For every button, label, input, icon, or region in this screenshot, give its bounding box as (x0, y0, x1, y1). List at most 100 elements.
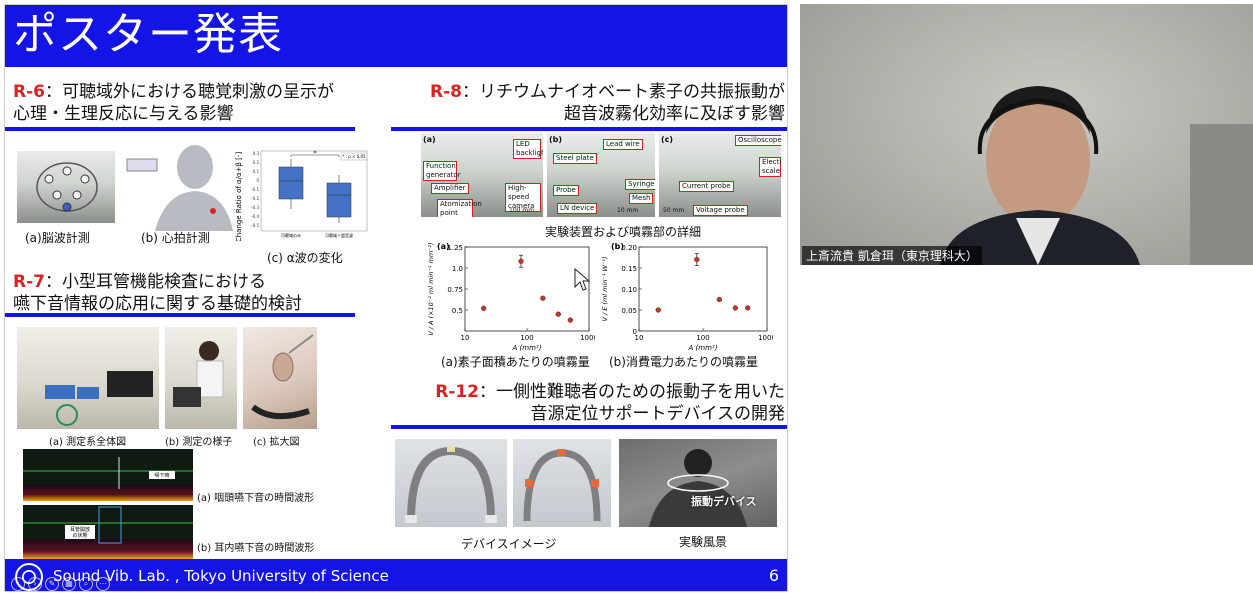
chart-ytick-label: 0.75 (447, 286, 463, 294)
r12-rule (391, 425, 787, 429)
tag-ln-device: LN device (557, 203, 598, 214)
apparatus-a-label: (a) (423, 135, 436, 144)
chart-xtick-label: 100 (696, 334, 709, 342)
tag-electronic-scale: Electronic scale (759, 157, 781, 177)
tag-amplifier: Amplifier (431, 183, 469, 194)
chart-ytick-label: 0.05 (621, 307, 637, 315)
more-options-icon[interactable]: ⋯ (96, 577, 110, 591)
r8-title: R-8：リチウムナイオベート素子の共振振動が 超音波霧化効率に及ぼす影響 (419, 81, 785, 125)
spec-label-3: の状態 (72, 532, 87, 539)
r6-title-line2: 心理・生理反応に与える影響 (13, 104, 234, 124)
scale-c: 50 mm (663, 207, 685, 214)
r8-chart-a: (a)0.50.751.01.25101001000A (mm²)V / A (… (427, 242, 595, 352)
chart-ytick-label: 0.20 (621, 244, 637, 252)
r7-caption-b: (b) 測定の様子 (165, 437, 233, 448)
chart-ytick-label: 1.25 (447, 244, 463, 252)
apparatus-photo-a: (a) LED backlight Function generator Amp… (421, 133, 543, 217)
chart-point (540, 295, 546, 301)
tag-led-backlight: LED backlight (513, 139, 543, 159)
apparatus-photo-c: (c) Oscilloscope Electronic scale Curren… (659, 133, 781, 217)
tag-atomization-point: Atomization point (437, 199, 482, 217)
setup-photo (17, 327, 159, 429)
slide-footer: Sound Vib. Lab. , Tokyo University of Sc… (5, 559, 787, 591)
boxplot-ytick: -0.4 (251, 214, 259, 219)
r7-title: R-7：小型耳管機能検査における 嚥下音情報の応用に関する基礎的検討 (13, 271, 302, 315)
shared-slide: ポスター発表 R-6：可聴域外における聴覚刺激の呈示が 心理・生理反応に与える影… (4, 4, 788, 592)
closeup-photo (243, 327, 317, 429)
apparatus-caption: 実験装置および噴霧部の詳細 (545, 225, 702, 239)
apparatus-b-label: (b) (549, 135, 563, 144)
chart-ytick-label: 0.10 (621, 286, 637, 294)
tag-mesh: Mesh (629, 193, 654, 204)
mouse-cursor-icon (574, 267, 591, 291)
r12-caption-scene: 実験風景 (679, 535, 728, 549)
r6-rule (5, 127, 355, 131)
boxplot-ytick: 0 (256, 178, 259, 183)
chart-point (518, 258, 524, 264)
next-slide-icon[interactable]: › (28, 577, 42, 591)
r7-wave-caption-a: (a) 咽頭嚥下音の時間波形 (197, 493, 315, 504)
participant-video[interactable]: 上斎流貴 凱倉珥（東京理科大） (800, 4, 1253, 265)
apparatus-photo-b: (b) Lead wire Steel plate Probe Syringe … (547, 133, 655, 217)
r7-caption-c: (c) 拡大図 (253, 437, 300, 448)
scale-a: 100 mm (509, 207, 535, 214)
boxplot-sig: * (314, 150, 317, 157)
meeting-window: ポスター発表 R-6：可聴域外における聴覚刺激の呈示が 心理・生理反応に与える影… (0, 0, 1253, 595)
tag-lead-wire: Lead wire (603, 139, 643, 150)
r8-chart-b: (b)00.050.100.150.20101001000A (mm²)V / … (601, 242, 773, 352)
tag-function-generator: Function generator (423, 161, 461, 181)
boxplot-xtick-1: 可聴域のみ (281, 232, 301, 238)
chart-xtick-label: 10 (635, 334, 644, 342)
boxplot-ytick: -0.1 (251, 187, 259, 192)
chart-point (481, 305, 487, 311)
chart-xlabel: A (mm²) (688, 344, 718, 352)
prev-slide-icon[interactable]: ‹ (11, 577, 25, 591)
r6-title-line1: ：可聴域外における聴覚刺激の呈示が (44, 82, 334, 102)
tag-oscilloscope: Oscilloscope (735, 135, 781, 146)
r6-title: R-6：可聴域外における聴覚刺激の呈示が 心理・生理反応に与える影響 (13, 81, 334, 125)
pen-icon[interactable]: ✎ (45, 577, 59, 591)
chart-frame (638, 246, 768, 332)
r12-title-line1: ：一側性難聴者のための振動子を用いた (479, 382, 785, 402)
chart-point (655, 307, 661, 313)
r8-rule (391, 127, 787, 131)
r12-title: R-12：一側性難聴者のための振動子を用いた 音源定位サポートデバイスの開発 (419, 381, 785, 425)
device-image-2 (513, 439, 611, 527)
chart-point (567, 317, 573, 323)
slide-page-number: 6 (768, 566, 779, 585)
r6-caption-a: (a)脳波計測 (25, 231, 90, 245)
alpha-boxplot: Change Ratio of α/α+β [-] 0.3 0.2 0.1 0 … (235, 150, 368, 241)
swallow-spectrograms: 嚥下時 耳管開放 の状態 (23, 449, 193, 559)
r7-wave-caption-b: (b) 耳内嚥下音の時間波形 (197, 543, 315, 554)
device-image-1 (395, 439, 507, 527)
r8-caption-b: (b)消費電力あたりの噴霧量 (609, 355, 758, 369)
r8-id: R-8 (430, 82, 462, 102)
r7-rule (5, 313, 355, 317)
spec-label-2: 耳管開放 (70, 526, 90, 533)
chart-point (732, 305, 738, 311)
participant-silhouette (800, 4, 1253, 265)
vibration-device-label: 振動デバイス (691, 495, 757, 508)
boxplot-box-1 (278, 166, 304, 200)
chart-ytick-label: 0.5 (452, 307, 463, 315)
heart-rate-illustration (125, 141, 235, 231)
boxplot-xtick-2: 可聴域＋超音波 (325, 232, 353, 238)
boxplot-legend: * : p < 0.05 (342, 154, 366, 159)
zoom-icon[interactable]: ⌕ (79, 577, 93, 591)
chart-xtick-label: 1000 (758, 334, 773, 342)
chart-xtick-label: 10 (461, 334, 470, 342)
boxplot-ytick: -0.2 (251, 196, 259, 201)
boxplot-ylabel: Change Ratio of α/α+β [-] (235, 152, 243, 241)
chart-ytick-label: 0.15 (621, 265, 637, 273)
r8-title-line2: 超音波霧化効率に及ぼす影響 (564, 104, 785, 124)
slides-grid-icon[interactable]: ▦ (62, 577, 76, 591)
r7-caption-a: (a) 測定系全体図 (49, 437, 127, 448)
slide-controls: ‹ › ✎ ▦ ⌕ ⋯ (11, 577, 110, 591)
chart-ytick-label: 1.0 (452, 265, 463, 273)
chart-xtick-label: 100 (520, 334, 533, 342)
r6-caption-b: (b) 心拍計測 (141, 231, 210, 245)
boxplot-ytick: -0.5 (251, 223, 259, 228)
boxplot-ytick: -0.3 (251, 205, 259, 210)
chart-point (555, 311, 561, 317)
boxplot-ytick: 0.3 (253, 151, 260, 156)
